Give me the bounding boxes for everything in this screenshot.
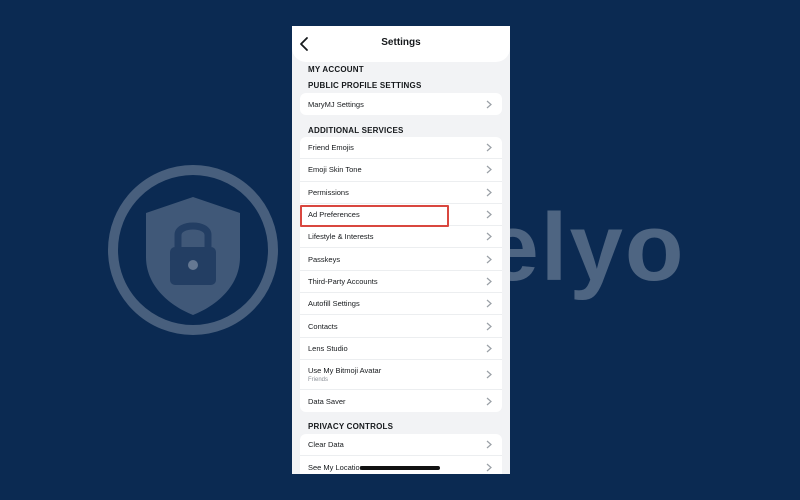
list-item-third-party-accounts[interactable]: Third-Party Accounts <box>300 271 502 294</box>
list-item-label: Third-Party Accounts <box>308 276 378 286</box>
list-item-label: Lifestyle & Interests <box>308 232 374 242</box>
list-item-label: Clear Data <box>308 440 344 450</box>
section-privacy-controls: PRIVACY CONTROLS <box>308 422 394 431</box>
chevron-right-icon <box>486 440 492 449</box>
chevron-right-icon <box>486 463 492 472</box>
list-item-emoji-skin-tone[interactable]: Emoji Skin Tone <box>300 159 502 182</box>
list-item-label: MaryMJ Settings <box>308 99 364 109</box>
section-public-profile: PUBLIC PROFILE SETTINGS <box>308 81 422 90</box>
home-indicator <box>360 466 440 470</box>
list-item-label: Permissions <box>308 187 349 197</box>
chevron-right-icon <box>486 165 492 174</box>
list-item-label: Use My Bitmoji Avatar <box>308 365 382 375</box>
section-additional-services: ADDITIONAL SERVICES <box>308 126 404 135</box>
list-item-clear-data[interactable]: Clear Data <box>300 434 502 457</box>
chevron-right-icon <box>486 210 492 219</box>
chevron-right-icon <box>486 100 492 109</box>
chevron-right-icon <box>486 397 492 406</box>
phone-screen: Settings MY ACCOUNT PUBLIC PROFILE SETTI… <box>292 26 510 474</box>
list-item-data-saver[interactable]: Data Saver <box>300 390 502 412</box>
chevron-right-icon <box>486 143 492 152</box>
list-item-label: Passkeys <box>308 254 341 264</box>
list-item-friend-emojis[interactable]: Friend Emojis <box>300 137 502 160</box>
list-item-label: Autofill Settings <box>308 299 360 309</box>
chevron-right-icon <box>486 370 492 379</box>
list-item-label: Lens Studio <box>308 343 348 353</box>
section-my-account: MY ACCOUNT <box>308 65 364 74</box>
chevron-right-icon <box>486 277 492 286</box>
card-public-profile: MaryMJ Settings <box>300 93 502 116</box>
list-item-lifestyle-interests[interactable]: Lifestyle & Interests <box>300 226 502 249</box>
list-item-label: Emoji Skin Tone <box>308 165 362 175</box>
list-item-sublabel: Friends <box>308 376 329 383</box>
list-item-permissions[interactable]: Permissions <box>300 182 502 204</box>
card-additional-services: Friend Emojis Emoji Skin Tone Permission… <box>300 137 502 413</box>
top-bar: Settings <box>292 26 510 62</box>
list-item-autofill-settings[interactable]: Autofill Settings <box>300 293 502 316</box>
list-item-label: Contacts <box>308 321 338 331</box>
list-item-contacts[interactable]: Contacts <box>300 315 502 338</box>
chevron-right-icon <box>486 255 492 264</box>
chevron-right-icon <box>486 188 492 197</box>
chevron-right-icon <box>486 299 492 308</box>
list-item-passkeys[interactable]: Passkeys <box>300 248 502 271</box>
list-item-label: Friend Emojis <box>308 143 354 153</box>
page-title: Settings <box>381 37 421 48</box>
highlight-box-ad-preferences <box>300 205 449 227</box>
shield-lock-logo-icon <box>108 165 278 335</box>
list-item-label: Data Saver <box>308 396 346 406</box>
list-item-label: See My Location <box>308 462 364 472</box>
list-item-lens-studio[interactable]: Lens Studio <box>300 338 502 360</box>
chevron-right-icon <box>486 322 492 330</box>
chevron-right-icon <box>486 232 492 241</box>
list-item-marymj-settings[interactable]: MaryMJ Settings <box>300 93 502 115</box>
list-item-use-my-bitmoji-avatar[interactable]: Use My Bitmoji Avatar Friends <box>300 360 502 390</box>
chevron-right-icon <box>486 344 492 353</box>
